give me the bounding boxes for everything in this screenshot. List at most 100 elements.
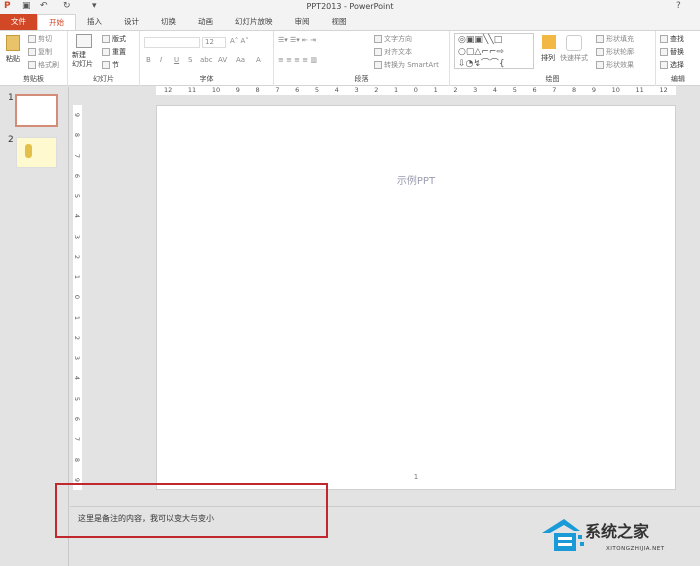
shadow-button[interactable]: S	[188, 56, 192, 64]
quick-styles-icon	[566, 35, 582, 51]
copy-icon	[28, 48, 36, 56]
thumbnail-image	[25, 144, 32, 158]
ruler-tick-label: 9	[73, 112, 82, 118]
editing-label: 编辑	[671, 75, 685, 83]
window-title: PPT2013 - PowerPoint	[306, 2, 394, 11]
ruler-tick-label: 8	[73, 457, 82, 462]
cut-button[interactable]: 剪切	[28, 34, 52, 44]
font-color-button[interactable]: A	[256, 56, 261, 64]
ruler-tick-label: 7	[552, 86, 557, 94]
change-case-button[interactable]: Aa	[236, 56, 245, 64]
ruler-tick-label: 7	[73, 437, 82, 442]
layout-button[interactable]: 版式	[102, 34, 126, 44]
tab-0[interactable]: 文件	[0, 14, 37, 30]
shapes-gallery[interactable]: ◎▣▣╲╲□ ○▢△⌐⌐⇨ ⇩◔↯⌒⌒{	[454, 33, 534, 69]
font-size-field[interactable]: 12	[202, 37, 226, 48]
alignment-buttons[interactable]: ≡ ≡ ≡ ≡ ▥	[278, 56, 317, 64]
strikethrough-button[interactable]: abc	[200, 56, 213, 64]
thumbnail-number: 1	[8, 93, 14, 103]
ruler-tick-label: 1	[394, 86, 399, 94]
font-name-field[interactable]	[144, 37, 200, 48]
highlight-box	[55, 483, 328, 538]
char-spacing-button[interactable]: AV	[218, 56, 227, 64]
tab-5[interactable]: 动画	[187, 14, 224, 30]
vertical-ruler: 9 8 7 6 5 4 3 2 1 0 1 2 3 4 5 6 7 8 9	[73, 105, 82, 490]
layout-icon	[102, 35, 110, 43]
paragraph-group: ☰▾ ☰▾ ⇤ ⇥ ≡ ≡ ≡ ≡ ▥ 文字方向 对齐文本 转换为 SmartA…	[274, 31, 450, 86]
ruler-tick-label: 4	[73, 376, 82, 381]
quick-styles-button[interactable]: 快速样式	[560, 53, 588, 63]
tab-1[interactable]: 开始	[37, 14, 76, 30]
shape-fill-button[interactable]: 形状填充	[596, 34, 634, 44]
cursor-icon	[660, 61, 668, 69]
title-bar: P ▣ ↶ ↻ ▾ PPT2013 - PowerPoint ?	[0, 0, 700, 14]
effects-icon	[596, 61, 604, 69]
ruler-tick-label: 2	[73, 254, 82, 259]
new-slide-button[interactable]: 新建 幻灯片	[72, 51, 93, 69]
paste-button[interactable]: 粘贴	[6, 54, 20, 64]
tab-6[interactable]: 幻灯片放映	[224, 14, 284, 30]
ruler-tick-label: 0	[413, 86, 418, 94]
arrange-icon	[542, 35, 556, 49]
ruler-tick-label: 8	[73, 133, 82, 138]
italic-button[interactable]: I	[160, 56, 162, 64]
slides-label: 幻灯片	[93, 75, 114, 83]
ruler-tick-label: 11	[635, 86, 644, 94]
ruler-tick-label: 1	[73, 275, 82, 280]
drawing-group: ◎▣▣╲╲□ ○▢△⌐⌐⇨ ⇩◔↯⌒⌒{ 排列 快速样式 形状填充 形状轮廓 形状效…	[450, 31, 656, 86]
text-direction-button[interactable]: 文字方向	[374, 34, 412, 44]
tab-8[interactable]: 视图	[321, 14, 358, 30]
reset-button[interactable]: 重置	[102, 47, 126, 57]
underline-button[interactable]: U	[174, 56, 179, 64]
ruler-tick-label: 10	[211, 86, 221, 94]
find-button[interactable]: 查找	[660, 34, 684, 44]
tab-2[interactable]: 插入	[76, 14, 113, 30]
ruler-tick-label: 4	[73, 214, 82, 219]
ruler-tick-label: 11	[187, 86, 197, 94]
slide-thumbnail-2[interactable]	[16, 137, 57, 168]
ruler-tick-label: 5	[73, 193, 82, 199]
shape-effects-button[interactable]: 形状效果	[596, 60, 634, 70]
arrange-button[interactable]: 排列	[541, 53, 555, 63]
thumbnail-number: 2	[8, 135, 14, 145]
watermark-brand: 系统之家	[585, 522, 650, 541]
ruler-tick-label: 7	[275, 86, 280, 94]
reset-icon	[102, 48, 110, 56]
ruler-tick-label: 6	[532, 86, 537, 94]
tab-3[interactable]: 设计	[113, 14, 150, 30]
drawing-label: 绘图	[545, 75, 560, 83]
slide-title[interactable]: 示例PPT	[157, 172, 675, 187]
editing-group: 查找 替换 选择 编辑	[656, 31, 700, 86]
help-button[interactable]: ?	[676, 1, 681, 11]
ruler-tick-label: 3	[73, 234, 82, 239]
align-text-icon	[374, 48, 382, 56]
align-text-button[interactable]: 对齐文本	[374, 47, 412, 57]
tab-4[interactable]: 切换	[150, 14, 187, 30]
format-painter-button[interactable]: 格式刷	[28, 60, 59, 70]
ruler-tick-label: 9	[235, 86, 240, 94]
section-button[interactable]: 节	[102, 60, 119, 70]
tab-7[interactable]: 审阅	[284, 14, 321, 30]
slides-group: 新建 幻灯片 版式 重置 节 幻灯片	[68, 31, 140, 86]
clipboard-group: 粘贴 剪切 复制 格式刷 剪贴板	[0, 31, 68, 86]
ruler-tick-label: 6	[73, 173, 82, 178]
watermark-url: XITONGZHIJIA.NET	[606, 546, 665, 552]
scissors-icon	[28, 35, 36, 43]
paragraph-label: 段落	[354, 75, 369, 83]
bullets-buttons[interactable]: ☰▾ ☰▾ ⇤ ⇥	[278, 36, 316, 44]
ruler-tick-label: 9	[73, 477, 82, 482]
convert-smartart-button[interactable]: 转换为 SmartArt	[374, 60, 439, 70]
slide-number: 1	[413, 473, 419, 481]
ribbon: 粘贴 剪切 复制 格式刷 剪贴板 新建 幻灯片 版式 重置 节 幻灯片 12 A…	[0, 30, 700, 86]
grow-shrink-font-buttons[interactable]: A˄ A˅	[230, 37, 249, 45]
shape-outline-button[interactable]: 形状轮廓	[596, 47, 634, 57]
ruler-tick-label: 12	[164, 86, 173, 94]
ruler-tick-label: 2	[73, 335, 82, 340]
replace-button[interactable]: 替换	[660, 47, 684, 57]
ruler-tick-label: 4	[334, 86, 339, 94]
slide-canvas[interactable]: 示例PPT 1	[156, 105, 676, 490]
bold-button[interactable]: B	[146, 56, 151, 64]
copy-button[interactable]: 复制	[28, 47, 52, 57]
slide-thumbnail-1[interactable]	[15, 94, 58, 127]
select-button[interactable]: 选择	[660, 60, 684, 70]
